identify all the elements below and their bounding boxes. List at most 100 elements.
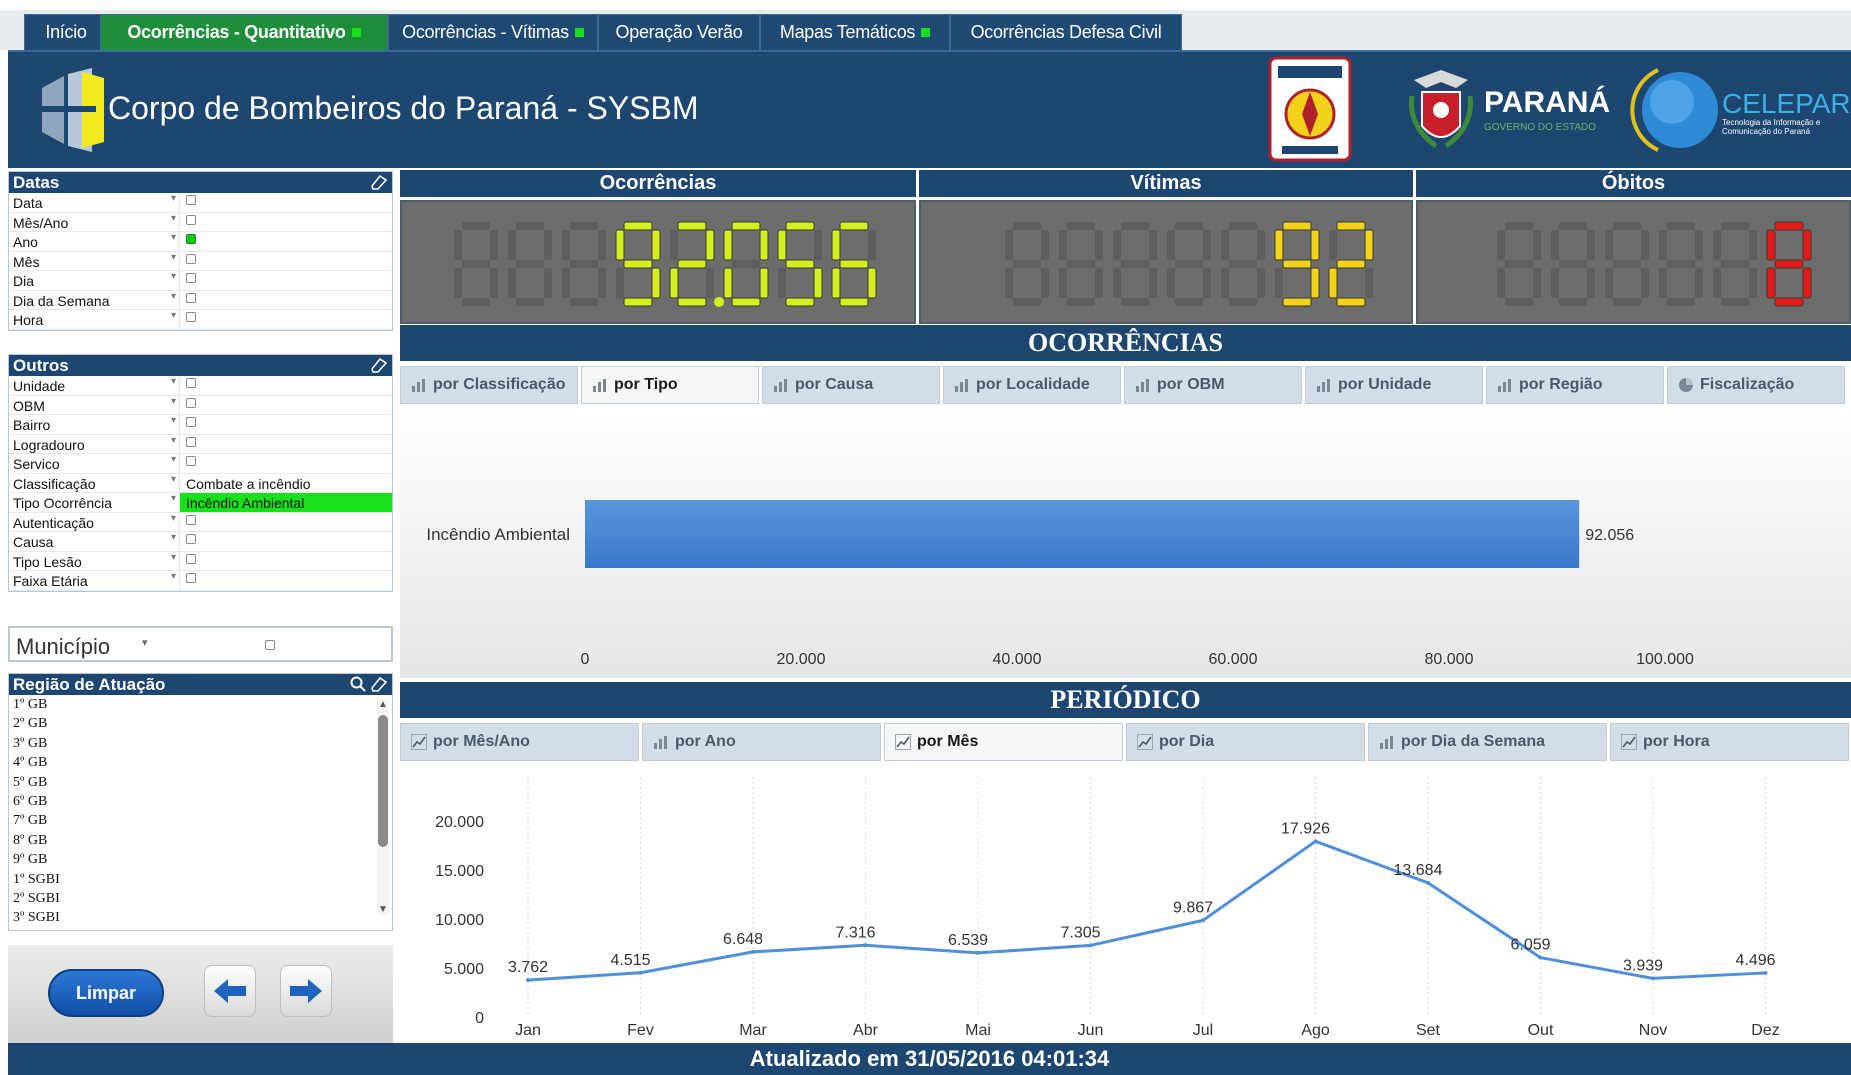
- series-line[interactable]: [527, 839, 1766, 982]
- chevron-down-icon[interactable]: ▾: [171, 435, 176, 446]
- data-point[interactable]: [638, 970, 643, 975]
- chevron-down-icon[interactable]: ▾: [171, 396, 176, 407]
- filter-row[interactable]: Logradouro ▾: [9, 434, 392, 454]
- filter-checkbox[interactable]: [186, 417, 196, 427]
- filter-value[interactable]: [179, 212, 392, 232]
- eraser-icon[interactable]: [370, 676, 388, 692]
- chart-tab[interactable]: por Dia da Semana: [1368, 723, 1607, 761]
- filter-checkbox[interactable]: [186, 534, 196, 544]
- data-point[interactable]: [1201, 918, 1205, 923]
- list-item[interactable]: 2º SGBI: [9, 889, 392, 908]
- filter-checkbox[interactable]: [186, 456, 196, 466]
- chevron-down-icon[interactable]: ▾: [171, 291, 176, 302]
- data-point[interactable]: [1763, 970, 1768, 975]
- filter-row[interactable]: Dia da Semana ▾: [9, 290, 392, 310]
- filter-checkbox[interactable]: [186, 514, 196, 525]
- list-item[interactable]: 9º GB: [9, 850, 392, 869]
- filter-row[interactable]: OBM ▾: [9, 395, 392, 415]
- tab-operacao-verao[interactable]: Operação Verão: [598, 14, 760, 50]
- filter-row[interactable]: Servico ▾: [9, 454, 392, 474]
- scroll-down-icon[interactable]: ▼: [378, 904, 388, 915]
- chevron-down-icon[interactable]: ▾: [171, 571, 176, 582]
- filter-value[interactable]: Incêndio Ambiental: [179, 493, 392, 512]
- filter-checkbox[interactable]: [186, 553, 196, 564]
- chevron-down-icon[interactable]: ▾: [171, 252, 176, 263]
- chevron-down-icon[interactable]: ▾: [171, 474, 176, 485]
- filter-checkbox[interactable]: [186, 312, 196, 322]
- data-point[interactable]: [976, 950, 980, 955]
- filter-value[interactable]: [179, 310, 392, 329]
- filter-checkbox[interactable]: [186, 397, 196, 408]
- list-item[interactable]: 1º SGBI: [9, 870, 392, 889]
- filter-row[interactable]: Ano ▾: [9, 232, 392, 252]
- filter-checkbox[interactable]: [186, 273, 196, 283]
- filter-row[interactable]: Tipo Ocorrência ▾ Incêndio Ambiental: [9, 493, 392, 513]
- chevron-down-icon[interactable]: ▾: [171, 454, 176, 465]
- filter-value[interactable]: [179, 232, 392, 251]
- limpar-button[interactable]: Limpar: [48, 969, 164, 1017]
- chart-tab[interactable]: por Dia: [1126, 723, 1365, 761]
- tab-ocorrencias-quantitativo[interactable]: Ocorrências - Quantitativo: [100, 14, 388, 50]
- tab-mapas-tematicos[interactable]: Mapas Temáticos: [760, 14, 950, 50]
- chevron-down-icon[interactable]: ▾: [171, 493, 176, 504]
- filter-checkbox[interactable]: [186, 214, 196, 225]
- municipio-checkbox[interactable]: [265, 640, 275, 650]
- filter-checkbox[interactable]: [186, 253, 196, 264]
- filter-row[interactable]: Bairro ▾: [9, 415, 392, 435]
- filter-value[interactable]: [179, 271, 392, 290]
- filter-row[interactable]: Dia ▾: [9, 271, 392, 291]
- chart-tab[interactable]: por Hora: [1610, 723, 1849, 761]
- filter-row[interactable]: Hora ▾: [9, 310, 392, 330]
- filter-value[interactable]: [179, 290, 392, 310]
- filter-row[interactable]: Classificação ▾ Combate a incêndio: [9, 473, 392, 493]
- filter-value[interactable]: Combate a incêndio: [179, 473, 392, 493]
- eraser-icon[interactable]: [370, 357, 388, 373]
- search-icon[interactable]: [350, 676, 366, 692]
- data-point[interactable]: [1538, 955, 1543, 960]
- list-item[interactable]: 5º GB: [9, 773, 392, 792]
- chart-tab[interactable]: por Unidade: [1305, 366, 1483, 404]
- list-item[interactable]: 8º GB: [9, 831, 392, 850]
- chevron-down-icon[interactable]: ▾: [171, 552, 176, 563]
- chart-tab[interactable]: por Região: [1486, 366, 1664, 404]
- filter-checkbox[interactable]: [186, 195, 196, 205]
- chart-tab[interactable]: por Mês: [884, 723, 1123, 761]
- chart-tab[interactable]: Fiscalização: [1667, 366, 1845, 404]
- filter-value[interactable]: [179, 395, 392, 415]
- data-point[interactable]: [526, 978, 530, 983]
- tab-inicio[interactable]: Início: [24, 14, 108, 50]
- filter-row[interactable]: Unidade ▾: [9, 376, 392, 396]
- tab-ocorrencias-defesa-civil[interactable]: Ocorrências Defesa Civil: [950, 14, 1182, 50]
- chart-tab[interactable]: por Causa: [762, 366, 940, 404]
- chart-tab[interactable]: por OBM: [1124, 366, 1302, 404]
- filter-row[interactable]: Tipo Lesão ▾: [9, 551, 392, 571]
- chevron-down-icon[interactable]: ▾: [171, 271, 176, 282]
- list-item[interactable]: 2º GB: [9, 714, 392, 733]
- filter-row[interactable]: Causa ▾: [9, 532, 392, 552]
- filter-value[interactable]: [179, 532, 392, 551]
- tab-ocorrencias-vitimas[interactable]: Ocorrências - Vítimas: [388, 14, 598, 50]
- filter-row[interactable]: Mês/Ano ▾: [9, 212, 392, 232]
- filter-checkbox[interactable]: [186, 436, 196, 447]
- filter-value[interactable]: [179, 454, 392, 473]
- list-item[interactable]: 7º GB: [9, 811, 392, 830]
- chevron-down-icon[interactable]: ▾: [171, 213, 176, 224]
- filter-value[interactable]: [179, 415, 392, 434]
- filter-value[interactable]: [179, 512, 392, 532]
- data-point[interactable]: [1313, 839, 1318, 844]
- chevron-down-icon[interactable]: ▾: [171, 415, 176, 426]
- filter-row[interactable]: Mês ▾: [9, 251, 392, 271]
- filter-value[interactable]: [179, 193, 392, 212]
- regiao-scrollbar[interactable]: ▲ ▼: [377, 699, 389, 915]
- chart-tab[interactable]: por Ano: [642, 723, 881, 761]
- data-point[interactable]: [1088, 943, 1093, 948]
- chart-tab[interactable]: por Mês/Ano: [400, 723, 639, 761]
- chevron-down-icon[interactable]: ▾: [171, 310, 176, 321]
- scroll-thumb[interactable]: [378, 715, 388, 847]
- data-point[interactable]: [1651, 976, 1655, 981]
- scroll-up-icon[interactable]: ▲: [378, 699, 388, 710]
- bar[interactable]: [585, 500, 1580, 568]
- chevron-down-icon[interactable]: ▾: [171, 232, 176, 243]
- filter-row[interactable]: Autenticação ▾: [9, 512, 392, 532]
- filter-value[interactable]: [179, 434, 392, 454]
